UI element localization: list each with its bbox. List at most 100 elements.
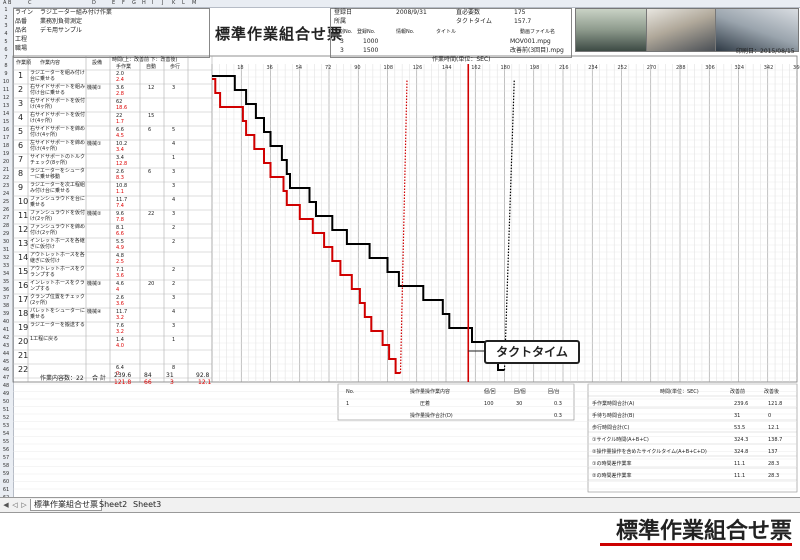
step-number[interactable]: 17 bbox=[18, 296, 28, 304]
spreadsheet[interactable]: ABCDEFGHIJKLM 1 2 3 4 5 6 7 8 9 10 11 12 13 14 15 16 17 1… bbox=[0, 0, 800, 513]
step-equipment[interactable]: 機械④ bbox=[87, 308, 101, 316]
step-manual-after[interactable]: 18.6 bbox=[116, 104, 127, 112]
step-walk[interactable]: 1 bbox=[172, 154, 175, 162]
step-content[interactable]: 右サイドサポートを仮付け(4ヶ所) bbox=[30, 112, 88, 124]
step-walk[interactable]: 8 bbox=[172, 364, 175, 372]
step-content[interactable]: ファンシュラウドを台に乗せる bbox=[30, 196, 88, 208]
step-manual-after[interactable]: 2.5 bbox=[116, 258, 124, 266]
step-number[interactable]: 7 bbox=[18, 156, 23, 164]
step-manual-after[interactable]: 6.6 bbox=[116, 230, 124, 238]
step-number[interactable]: 18 bbox=[18, 310, 28, 318]
step-content[interactable]: 右サイドサポートを仮付け(4ヶ所) bbox=[30, 98, 88, 110]
step-number[interactable]: 11 bbox=[18, 212, 28, 220]
step-number[interactable]: 8 bbox=[18, 170, 23, 178]
step-number[interactable]: 2 bbox=[18, 86, 23, 94]
step-manual-after[interactable]: 2.4 bbox=[116, 76, 124, 84]
step-content[interactable]: 1工程に戻る bbox=[30, 336, 88, 342]
step-auto[interactable]: 6 bbox=[148, 168, 151, 176]
step-number[interactable]: 5 bbox=[18, 128, 23, 136]
step-manual-after[interactable]: 12.8 bbox=[116, 160, 127, 168]
step-equipment[interactable]: 機械② bbox=[87, 210, 101, 218]
step-auto[interactable]: 20 bbox=[148, 280, 154, 288]
step-number[interactable]: 6 bbox=[18, 142, 23, 150]
step-walk[interactable]: 1 bbox=[172, 336, 175, 344]
step-manual-after[interactable]: 3.2 bbox=[116, 328, 124, 336]
step-content[interactable]: ファンシュラウドを締め付け(2ヶ所) bbox=[30, 224, 88, 236]
step-manual-after[interactable]: 1.7 bbox=[116, 118, 124, 126]
step-equipment[interactable]: 機械① bbox=[87, 84, 101, 92]
step-walk[interactable]: 3 bbox=[172, 210, 175, 218]
step-manual-after[interactable]: 2.8 bbox=[116, 90, 124, 98]
tab-sheet-2[interactable]: Sheet2 bbox=[96, 499, 130, 510]
step-content[interactable]: クランプ位置をチェック(2ヶ所) bbox=[30, 294, 88, 306]
step-content[interactable]: インレットホースを各継ぎに仮付け bbox=[30, 238, 88, 250]
step-content[interactable]: ラジエーターを搬送する bbox=[30, 322, 88, 328]
step-number[interactable]: 3 bbox=[18, 100, 23, 108]
prev-sheet-button[interactable]: ◁ bbox=[11, 500, 19, 510]
step-walk[interactable]: 4 bbox=[172, 196, 175, 204]
step-walk[interactable]: 2 bbox=[172, 266, 175, 274]
totals-sum-label: 合 計 bbox=[92, 375, 106, 382]
step-manual-after[interactable]: 4 bbox=[116, 286, 119, 294]
step-walk[interactable]: 5 bbox=[172, 126, 175, 134]
step-number[interactable]: 19 bbox=[18, 324, 28, 332]
step-number[interactable]: 10 bbox=[18, 198, 28, 206]
step-number[interactable]: 16 bbox=[18, 282, 28, 290]
step-equipment[interactable]: 機械① bbox=[87, 140, 101, 148]
step-content[interactable]: インレットホースをクランプする bbox=[30, 280, 88, 292]
step-content[interactable]: 右サイドサポートを締め付け(4ヶ所) bbox=[30, 126, 88, 138]
step-manual-after[interactable]: 3.6 bbox=[116, 272, 124, 280]
step-content[interactable]: 右サイドサポートを組み付け台に乗せる bbox=[30, 84, 88, 96]
step-walk[interactable]: 2 bbox=[172, 224, 175, 232]
step-number[interactable]: 1 bbox=[18, 72, 23, 80]
step-content[interactable]: パレットをシューターに乗せる bbox=[30, 308, 88, 320]
next-sheet-button[interactable]: ▷ bbox=[20, 500, 28, 510]
step-content[interactable]: 左サイドサポートを締め付け(4ヶ所) bbox=[30, 140, 88, 152]
step-number[interactable]: 13 bbox=[18, 240, 28, 248]
step-number[interactable]: 21 bbox=[18, 352, 28, 360]
step-manual-after[interactable]: 4.5 bbox=[116, 132, 124, 140]
step-number[interactable]: 15 bbox=[18, 268, 28, 276]
step-auto[interactable]: 12 bbox=[148, 84, 154, 92]
step-number[interactable]: 9 bbox=[18, 184, 23, 192]
step-number[interactable]: 20 bbox=[18, 338, 28, 346]
step-content[interactable]: アウトレットホースをクランプする bbox=[30, 266, 88, 278]
step-content[interactable]: ファンシュラウドを仮付け(2ヶ所) bbox=[30, 210, 88, 222]
step-content[interactable]: ラジエーターをシューターに乗せ移動 bbox=[30, 168, 88, 180]
chart-tick-label: 108 bbox=[384, 65, 394, 71]
step-walk[interactable]: 3 bbox=[172, 168, 175, 176]
right-row-after: 137 bbox=[768, 449, 778, 455]
step-manual-after[interactable]: 7.4 bbox=[116, 202, 124, 210]
step-number[interactable]: 14 bbox=[18, 254, 28, 262]
step-auto[interactable]: 6 bbox=[148, 126, 151, 134]
step-number[interactable]: 4 bbox=[18, 114, 23, 122]
step-manual-after[interactable]: 3.2 bbox=[116, 314, 124, 322]
step-walk[interactable]: 3 bbox=[172, 182, 175, 190]
step-content[interactable]: サイドサポートのトルクチェック(8ヶ所) bbox=[30, 154, 88, 166]
step-walk[interactable]: 3 bbox=[172, 322, 175, 330]
first-sheet-button[interactable]: ◀ bbox=[2, 500, 10, 510]
tab-sheet-1[interactable]: 標準作業組合せ票 bbox=[30, 499, 102, 511]
step-walk[interactable]: 3 bbox=[172, 84, 175, 92]
step-manual-after[interactable]: 3.6 bbox=[116, 300, 124, 308]
step-manual-after[interactable]: 4.0 bbox=[116, 342, 124, 350]
step-manual-after[interactable]: 3.4 bbox=[116, 146, 124, 154]
step-walk[interactable]: 3 bbox=[172, 294, 175, 302]
step-content[interactable]: ラジエーターを組み付け台に乗せる bbox=[30, 70, 88, 82]
step-equipment[interactable]: 機械③ bbox=[87, 280, 101, 288]
tab-sheet-3[interactable]: Sheet3 bbox=[130, 499, 164, 510]
step-manual-after[interactable]: 7.8 bbox=[116, 216, 124, 224]
step-manual-after[interactable]: 8.3 bbox=[116, 174, 124, 182]
step-number[interactable]: 12 bbox=[18, 226, 28, 234]
step-auto[interactable]: 15 bbox=[148, 112, 154, 120]
step-number[interactable]: 22 bbox=[18, 366, 28, 374]
step-auto[interactable]: 22 bbox=[148, 210, 154, 218]
step-manual-after[interactable]: 4.9 bbox=[116, 244, 124, 252]
step-walk[interactable]: 4 bbox=[172, 140, 175, 148]
step-walk[interactable]: 4 bbox=[172, 308, 175, 316]
step-walk[interactable]: 2 bbox=[172, 238, 175, 246]
step-manual-after[interactable]: 1.1 bbox=[116, 188, 124, 196]
step-content[interactable]: アウトレットホースを各継ぎに仮付け bbox=[30, 252, 88, 264]
step-content[interactable]: ラジエーターを次工程組み付け台に乗せる bbox=[30, 182, 88, 194]
step-walk[interactable]: 2 bbox=[172, 280, 175, 288]
